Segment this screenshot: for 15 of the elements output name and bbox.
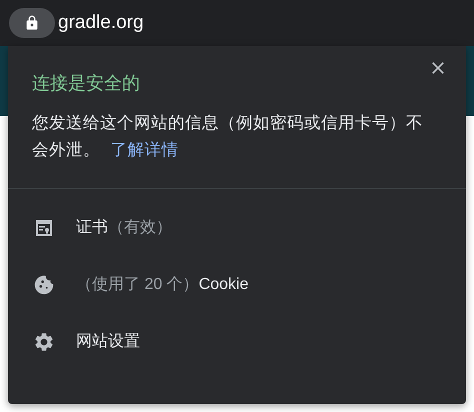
url-text[interactable]: gradle.org xyxy=(58,8,144,38)
learn-more-link[interactable]: 了解详情 xyxy=(110,141,179,159)
menu-item[interactable]: 证书（有效） xyxy=(8,199,466,256)
cookie-icon xyxy=(33,274,55,296)
settings-icon xyxy=(33,330,55,352)
certificate-icon xyxy=(34,218,54,238)
menu-item-label: 网站设置 xyxy=(76,332,140,352)
popup-title: 连接是安全的 xyxy=(32,72,141,95)
lock-icon xyxy=(24,15,40,31)
menu-item[interactable]: （使用了 20 个）Cookie xyxy=(8,256,466,313)
menu-item-label: 证书（有效） xyxy=(76,218,172,238)
site-info-button[interactable] xyxy=(9,8,55,38)
menu-item-label: （使用了 20 个）Cookie xyxy=(76,274,248,294)
description-text: 您发送给这个网站的信息（例如密码或信用卡号）不会外泄。 了解详情 xyxy=(32,113,424,161)
menu-item[interactable]: 网站设置 xyxy=(8,313,466,370)
